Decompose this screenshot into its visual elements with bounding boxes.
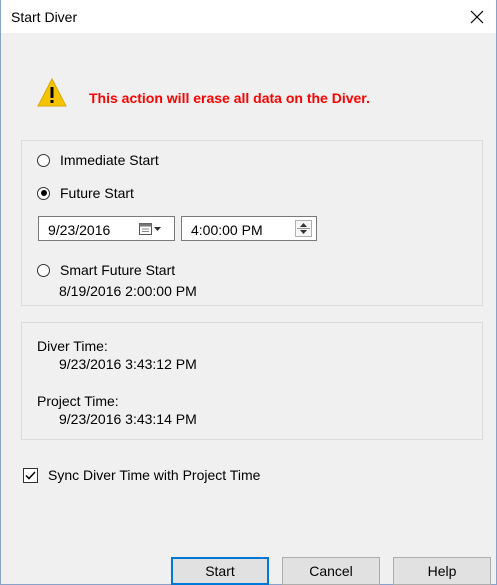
spinner-arrows-icon [297,223,310,234]
diver-time-label: Diver Time: [37,338,108,354]
future-time-picker[interactable]: 4:00:00 PM [181,216,317,241]
immediate-start-label: Immediate Start [60,152,159,168]
title-bar: Start Diver [1,0,496,33]
future-start-label: Future Start [60,185,134,201]
diver-time-value: 9/23/2016 3:43:12 PM [59,356,197,372]
window-title: Start Diver [11,9,78,25]
help-button[interactable]: Help [393,557,491,585]
warning-icon [37,78,67,107]
future-date-picker[interactable]: 9/23/2016 [38,216,175,241]
close-button[interactable] [460,0,494,33]
close-icon [470,10,484,23]
future-date-value: 9/23/2016 [48,222,111,238]
radio-immediate-start[interactable]: Immediate Start [37,152,159,168]
warning-message: This action will erase all data on the D… [89,90,370,106]
start-diver-dialog: Start Diver This action will erase all d… [0,0,497,585]
radio-button[interactable] [37,263,50,277]
radio-button[interactable] [37,153,50,167]
sync-time-checkbox[interactable] [23,467,38,483]
cancel-button[interactable]: Cancel [282,557,380,585]
future-time-value: 4:00:00 PM [191,222,263,238]
radio-smart-future-start[interactable]: Smart Future Start [37,262,175,278]
smart-future-start-label: Smart Future Start [60,262,176,278]
checkmark-icon [25,470,36,480]
sync-time-checkbox-row[interactable]: Sync Diver Time with Project Time [23,467,260,483]
radio-button-checked[interactable] [37,186,50,200]
radio-future-start[interactable]: Future Start [37,185,134,201]
time-spinner[interactable] [295,220,312,237]
sync-time-label: Sync Diver Time with Project Time [48,467,261,483]
smart-future-start-value: 8/19/2016 2:00:00 PM [59,283,197,299]
project-time-value: 9/23/2016 3:43:14 PM [59,411,197,427]
calendar-dropdown-icon[interactable] [139,222,163,236]
project-time-label: Project Time: [37,393,119,409]
start-button[interactable]: Start [171,557,269,585]
